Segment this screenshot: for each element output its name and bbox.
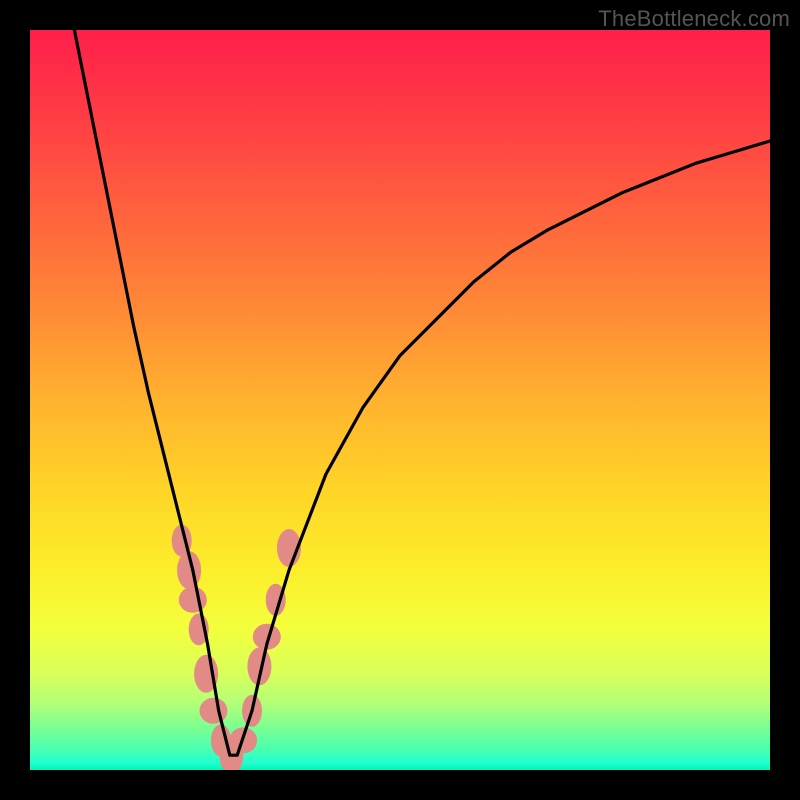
bottleneck-curve (74, 30, 770, 755)
marker-blob (200, 698, 228, 724)
curve-layer (30, 30, 770, 770)
watermark: TheBottleneck.com (598, 6, 790, 32)
frame: TheBottleneck.com (0, 0, 800, 800)
marker-blob (179, 587, 207, 613)
plot-area (30, 30, 770, 770)
